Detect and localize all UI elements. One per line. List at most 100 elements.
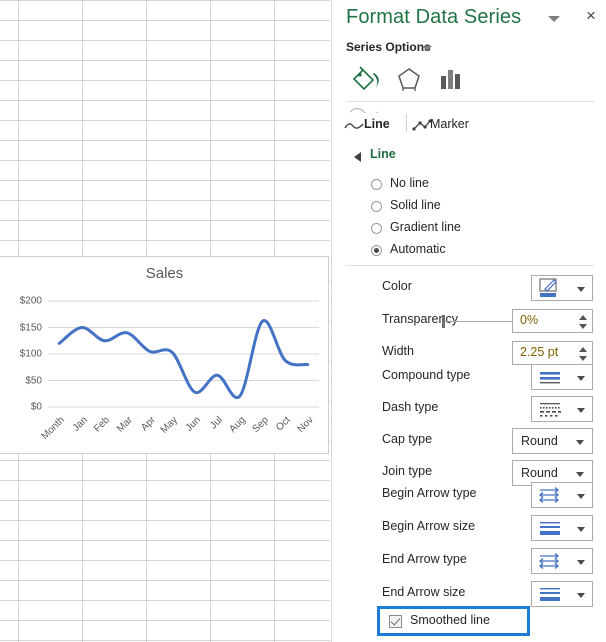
radio-solid-line[interactable]: Solid line [332, 197, 606, 219]
width-value[interactable]: 2.25 pt [520, 345, 558, 359]
color-label: Color [382, 279, 412, 293]
begin-arrow-size-label: Begin Arrow size [382, 519, 476, 533]
radio-no-line[interactable]: No line [332, 175, 606, 197]
effects-icon[interactable] [388, 60, 430, 98]
begin-arrow-type-dropdown[interactable] [531, 482, 593, 508]
property-color: Color [332, 272, 606, 304]
chart-y-tick-label: $50 [25, 375, 42, 386]
chevron-down-icon[interactable] [577, 408, 585, 413]
radio-gradient-line-indicator[interactable] [371, 223, 382, 234]
grid-row-line [0, 640, 330, 641]
grid-row-line [0, 160, 330, 161]
cap-type-value: Round [521, 434, 558, 448]
color-picker-button[interactable] [531, 275, 593, 301]
line-wave-icon [344, 123, 364, 129]
pane-title: Format Data Series [346, 6, 522, 28]
grid-row-line [0, 80, 330, 81]
radio-gradient-line[interactable]: Gradient line [332, 219, 606, 241]
grid-row-line [0, 620, 330, 621]
tab-line-label[interactable]: Line [364, 117, 390, 131]
width-label: Width [382, 344, 414, 358]
join-type-label: Join type [382, 464, 433, 478]
chevron-down-icon[interactable] [422, 46, 432, 51]
chart-y-tick-label: $200 [19, 295, 42, 307]
chart-series-line[interactable] [57, 319, 310, 400]
grid-row-line [0, 180, 330, 181]
compound-line-icon [540, 372, 560, 384]
grid-row-line [0, 460, 330, 461]
series-options-chart-icon[interactable] [430, 60, 472, 98]
grid-row-line [0, 60, 330, 61]
radio-gradient-line-label: Gradient line [390, 220, 461, 234]
end-arrow-size-dropdown[interactable] [531, 581, 593, 607]
join-type-value: Round [521, 466, 558, 480]
series-options-dropdown[interactable]: Series Options [346, 40, 431, 54]
begin-arrow-size-dropdown[interactable] [531, 515, 593, 541]
marker-points-icon [412, 119, 432, 131]
section-separator [346, 265, 594, 266]
transparency-value[interactable]: 0% [520, 313, 538, 327]
cap-type-select[interactable]: Round [512, 428, 593, 454]
transparency-slider-thumb[interactable] [442, 315, 445, 328]
chevron-down-icon[interactable] [577, 494, 585, 499]
grid-row-line [0, 600, 330, 601]
radio-automatic-label: Automatic [390, 242, 446, 256]
chevron-down-icon[interactable] [548, 16, 560, 22]
property-cap-type: Cap type Round [332, 425, 606, 457]
grid-row-line [0, 540, 330, 541]
chevron-down-icon[interactable] [577, 593, 585, 598]
grid-row-line [0, 200, 330, 201]
smoothed-line-checkbox[interactable] [389, 615, 402, 628]
chevron-down-icon[interactable] [577, 376, 585, 381]
chart-object[interactable]: Sales $0 $50 $100 $150 $200 Month Jan Feb Mar Apr… [0, 256, 329, 454]
chevron-down-icon[interactable] [577, 287, 585, 292]
close-icon[interactable]: × [582, 7, 600, 25]
line-section-header[interactable]: Line [332, 145, 606, 167]
chevron-down-icon[interactable] [576, 440, 584, 445]
end-arrow-type-dropdown[interactable] [531, 548, 593, 574]
grid-row-line [0, 100, 330, 101]
fill-line-icon-active-indicator [349, 100, 379, 117]
arrow-type-icon [538, 553, 560, 569]
arrow-type-icon [538, 487, 560, 503]
collapse-caret-icon[interactable] [354, 152, 361, 162]
pane-icon-separator [346, 101, 594, 102]
end-arrow-type-label: End Arrow type [382, 552, 467, 566]
spinner-down-icon[interactable] [579, 324, 587, 329]
transparency-label: Transparency [382, 312, 458, 326]
property-begin-arrow-type: Begin Arrow type [332, 479, 606, 511]
tab-divider [406, 114, 407, 132]
line-marker-tabs: Line Marker [332, 112, 606, 142]
fill-line-icon[interactable] [346, 60, 388, 98]
chevron-down-icon[interactable] [577, 527, 585, 532]
compound-type-dropdown[interactable] [531, 364, 593, 390]
grid-row-line [0, 220, 330, 221]
excel-window: Sales $0 $50 $100 $150 $200 Month Jan Feb Mar Apr… [0, 0, 606, 642]
radio-automatic[interactable]: Automatic [332, 241, 606, 263]
chart-plot-area[interactable]: $0 $50 $100 $150 $200 Month Jan Feb Mar Apr May Jun… [0, 257, 329, 455]
dash-type-dropdown[interactable] [531, 396, 593, 422]
transparency-slider-track[interactable] [444, 321, 516, 322]
arrow-size-icon [540, 522, 560, 535]
spinner-up-icon[interactable] [579, 315, 587, 320]
radio-automatic-indicator[interactable] [371, 245, 382, 256]
dash-line-icon [540, 403, 561, 417]
tab-marker-label[interactable]: Marker [430, 117, 469, 131]
line-section-title: Line [370, 147, 396, 161]
chevron-down-icon[interactable] [576, 472, 584, 477]
chart-y-tick-label: $150 [19, 322, 42, 333]
chevron-down-icon[interactable] [577, 560, 585, 565]
property-dash-type: Dash type [332, 393, 606, 425]
property-smoothed-line: Smoothed line [332, 606, 606, 638]
grid-row-line [0, 560, 330, 561]
spinner-up-icon[interactable] [579, 347, 587, 352]
pane-icon-tabs [332, 60, 606, 102]
grid-row-line [0, 20, 330, 21]
radio-no-line-indicator[interactable] [371, 179, 382, 190]
arrow-size-icon [540, 588, 560, 601]
radio-solid-line-indicator[interactable] [371, 201, 382, 212]
radio-no-line-label: No line [390, 176, 429, 190]
radio-solid-line-label: Solid line [390, 198, 441, 212]
transparency-spinner[interactable]: 0% [512, 309, 593, 333]
grid-row-line [0, 40, 330, 41]
